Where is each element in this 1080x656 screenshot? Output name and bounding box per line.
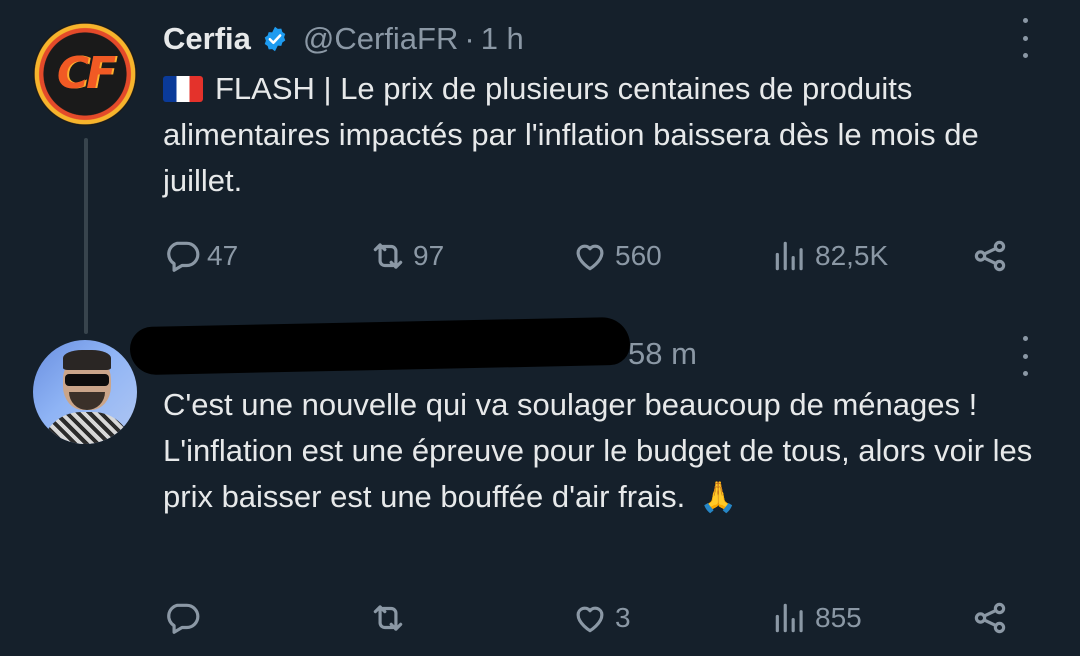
- like-button[interactable]: 3: [571, 596, 631, 640]
- views-count: 855: [815, 602, 862, 633]
- avatar-hair: [63, 350, 111, 370]
- views-icon: [775, 603, 803, 633]
- separator-dot: ·: [464, 21, 475, 56]
- more-icon[interactable]: [1016, 336, 1034, 376]
- like-icon: [576, 244, 604, 271]
- handle[interactable]: @CerfiaFR: [303, 21, 458, 57]
- views-count: 82,5K: [815, 240, 889, 271]
- avatar-sunglasses: [65, 374, 109, 386]
- views-button[interactable]: 855: [771, 596, 862, 640]
- tweet-actions: 47 97 560 82,5K: [163, 234, 1033, 278]
- tweet-text-content: FLASH | Le prix de plusieurs centaines d…: [163, 71, 979, 198]
- reply-count: 47: [207, 240, 239, 271]
- retweet-button[interactable]: [369, 596, 407, 640]
- retweet-icon: [373, 605, 403, 631]
- verified-badge-icon: [264, 26, 286, 52]
- share-icon: [974, 240, 1006, 272]
- share-button[interactable]: [971, 596, 1009, 640]
- reply-text-content: C'est une nouvelle qui va soulager beauc…: [163, 387, 1033, 514]
- reply-icon: [167, 241, 200, 272]
- reply-text: C'est une nouvelle qui va soulager beauc…: [163, 382, 1053, 521]
- cerfia-logo: CF: [56, 48, 116, 99]
- more-icon[interactable]: [1016, 18, 1034, 58]
- reply-icon: [167, 603, 200, 634]
- praying-hands-emoji: 🙏: [699, 480, 738, 515]
- reply-button[interactable]: [163, 596, 201, 640]
- thread-connector-line: [84, 138, 88, 334]
- retweet-button[interactable]: 97: [369, 234, 444, 278]
- like-button[interactable]: 560: [571, 234, 662, 278]
- retweet-icon: [373, 243, 403, 269]
- views-icon: [775, 241, 803, 271]
- avatar-cerfia[interactable]: CF: [33, 22, 137, 126]
- share-icon: [974, 602, 1006, 634]
- share-button[interactable]: [971, 234, 1009, 278]
- like-count: 3: [615, 602, 631, 633]
- like-count: 560: [615, 240, 662, 271]
- reply-button[interactable]: 47: [163, 234, 238, 278]
- avatar-reply-user[interactable]: [33, 340, 137, 444]
- retweet-count: 97: [413, 240, 445, 271]
- tweet-header: Cerfia @CerfiaFR · 1 h: [163, 19, 524, 59]
- reply-timestamp[interactable]: 58 m: [628, 334, 697, 374]
- like-icon: [576, 606, 604, 633]
- timestamp[interactable]: 1 h: [481, 21, 524, 57]
- redacted-username: [129, 316, 631, 376]
- france-flag-icon: [163, 76, 203, 102]
- tweet-text: FLASH | Le prix de plusieurs centaines d…: [163, 66, 1053, 204]
- reply-actions: 3 855: [163, 596, 1033, 640]
- display-name[interactable]: Cerfia: [163, 21, 251, 57]
- avatar-shirt: [41, 412, 133, 444]
- views-button[interactable]: 82,5K: [771, 234, 888, 278]
